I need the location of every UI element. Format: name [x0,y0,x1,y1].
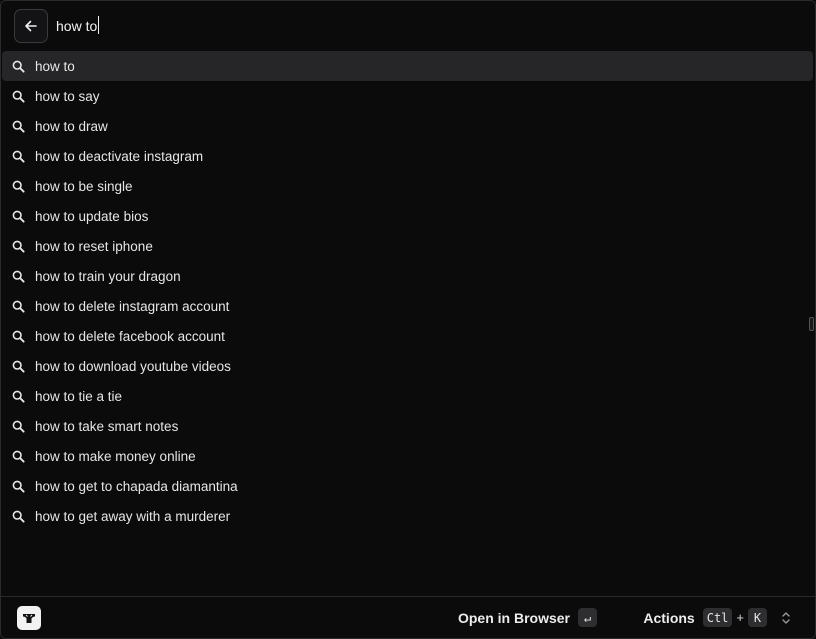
ctrl-key: Ctl [702,608,733,627]
suggestion-item[interactable]: how to take smart notes [2,411,813,441]
search-icon [11,179,25,193]
suggestion-item[interactable]: how to get away with a murderer [2,501,813,531]
search-input[interactable] [56,15,656,37]
suggestion-label: how to train your dragon [35,268,181,284]
app-logo-icon [17,606,41,630]
search-icon [11,299,25,313]
suggestion-label: how to say [35,88,100,104]
search-icon [11,269,25,283]
scrollbar-handle[interactable] [809,317,814,331]
arrow-left-icon [25,20,37,32]
suggestion-item[interactable]: how to reset iphone [2,231,813,261]
suggestion-label: how to draw [35,118,108,134]
suggestion-item[interactable]: how to delete facebook account [2,321,813,351]
suggestion-label: how to download youtube videos [35,358,231,374]
search-icon [11,509,25,523]
search-header [1,1,815,51]
suggestion-list: how to how to say how to draw how to deacti… [2,51,813,531]
suggestion-label: how to get away with a murderer [35,508,231,524]
open-in-browser-button[interactable]: Open in Browser ↵ [458,608,597,627]
search-icon [11,149,25,163]
enter-key-icon: ↵ [578,608,597,627]
suggestion-item[interactable]: how to update bios [2,201,813,231]
suggestion-item[interactable]: how to say [2,81,813,111]
search-icon [11,89,25,103]
back-button[interactable] [14,9,48,43]
chevron-up-down-icon[interactable] [781,610,791,626]
suggestion-item[interactable]: how to train your dragon [2,261,813,291]
suggestion-item[interactable]: how to get to chapada diamantina [2,471,813,501]
suggestion-item[interactable]: how to [2,51,813,81]
search-icon [11,59,25,73]
plus-sign: + [736,610,744,625]
suggestion-item[interactable]: how to deactivate instagram [2,141,813,171]
k-key: K [748,608,767,627]
suggestion-label: how to take smart notes [35,418,179,434]
search-icon [11,209,25,223]
suggestion-item[interactable]: how to tie a tie [2,381,813,411]
actions-label: Actions [643,609,695,626]
suggestion-item[interactable]: how to be single [2,171,813,201]
suggestion-label: how to make money online [35,448,196,464]
suggestion-label: how to deactivate instagram [35,148,204,164]
suggestion-item[interactable]: how to draw [2,111,813,141]
suggestion-label: how to be single [35,178,133,194]
suggestion-item[interactable]: how to delete instagram account [2,291,813,321]
suggestion-label: how to update bios [35,208,149,224]
search-icon [11,479,25,493]
search-icon [11,449,25,463]
search-icon [11,389,25,403]
suggestion-label: how to [35,58,75,74]
footer-bar: Open in Browser ↵ Actions Ctl + K [1,596,815,638]
suggestion-label: how to delete instagram account [35,298,230,314]
search-icon [11,419,25,433]
suggestion-item[interactable]: how to download youtube videos [2,351,813,381]
launcher-window: how to how to say how to draw how to deacti… [0,0,816,639]
search-icon [11,359,25,373]
suggestion-label: how to delete facebook account [35,328,225,344]
actions-button[interactable]: Actions Ctl + K [643,608,791,627]
search-icon [11,329,25,343]
suggestion-label: how to get to chapada diamantina [35,478,238,494]
suggestion-label: how to tie a tie [35,388,123,404]
open-in-browser-label: Open in Browser [457,609,570,626]
search-icon [11,239,25,253]
suggestion-label: how to reset iphone [35,238,153,254]
text-cursor [98,16,100,34]
suggestion-item[interactable]: how to make money online [2,441,813,471]
search-icon [11,119,25,133]
